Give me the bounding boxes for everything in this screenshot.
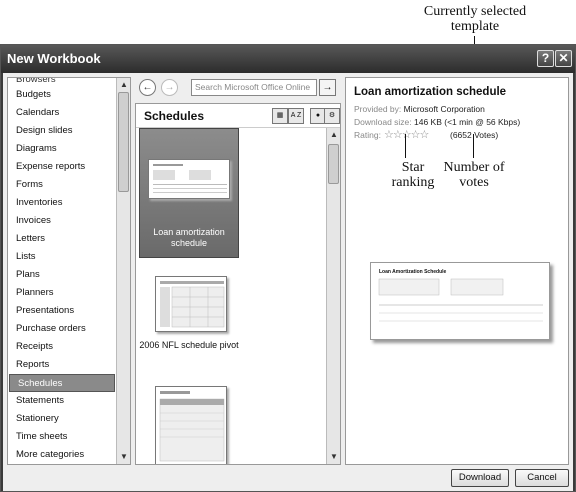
template-pane-header: Schedules ▦ A Z ● ⚙ bbox=[136, 104, 340, 128]
annotation-selected-template-line2: template bbox=[450, 19, 500, 34]
annotation-selected-template-line1: Currently selected bbox=[423, 4, 527, 19]
user-settings-icon[interactable]: ⚙ bbox=[324, 108, 340, 124]
category-item-receipts[interactable]: Receipts bbox=[8, 338, 116, 356]
provided-by-label: Provided by: bbox=[354, 104, 402, 114]
category-item-time-sheets[interactable]: Time sheets bbox=[8, 428, 116, 446]
category-item-expense-reports[interactable]: Expense reports bbox=[8, 158, 116, 176]
category-item-inventories[interactable]: Inventories bbox=[8, 194, 116, 212]
preview-heading: Loan Amortization Schedule bbox=[379, 269, 447, 275]
category-item-budgets[interactable]: Budgets bbox=[8, 86, 116, 104]
template-thumbnail bbox=[155, 386, 227, 464]
cancel-button[interactable]: Cancel bbox=[515, 469, 569, 487]
category-item-forms[interactable]: Forms bbox=[8, 176, 116, 194]
template-thumbnail bbox=[148, 159, 230, 199]
star-rating-icon[interactable]: ☆☆☆☆☆ bbox=[384, 128, 429, 141]
search-input[interactable]: Search Microsoft Office Online bbox=[191, 79, 317, 96]
title-bar: New Workbook ? ✕ bbox=[1, 45, 575, 73]
template-thumbnail bbox=[155, 276, 227, 332]
template-pane: Schedules ▦ A Z ● ⚙ Loan amortization sc… bbox=[135, 103, 341, 465]
category-item-stationery[interactable]: Stationery bbox=[8, 410, 116, 428]
download-size: Download size: 146 KB (<1 min @ 56 Kbps) bbox=[354, 117, 520, 127]
template-thumbnail-graphic bbox=[160, 281, 225, 328]
forward-arrow-icon[interactable]: → bbox=[161, 79, 178, 96]
template-label: Loan amortization schedule bbox=[140, 227, 238, 249]
template-label-line1: 2006 NFL schedule pivot bbox=[139, 340, 239, 350]
nav-search-row: ← → Search Microsoft Office Online → bbox=[135, 77, 339, 99]
rating-label: Rating: bbox=[354, 130, 381, 140]
category-item-planners[interactable]: Planners bbox=[8, 284, 116, 302]
annotation-number-of-votes: Number of votes bbox=[436, 160, 512, 190]
annotation-pointer bbox=[405, 134, 406, 158]
template-thumbnail-graphic bbox=[159, 391, 225, 462]
annotation-star-line1: Star bbox=[401, 160, 425, 175]
scroll-thumb[interactable] bbox=[118, 92, 129, 192]
category-item-calendars[interactable]: Calendars bbox=[8, 104, 116, 122]
window-title: New Workbook bbox=[7, 51, 101, 66]
category-item-purchase-orders[interactable]: Purchase orders bbox=[8, 320, 116, 338]
large-icons-view-icon[interactable]: ▦ bbox=[272, 108, 288, 124]
category-item-cut[interactable]: Browsers bbox=[8, 78, 116, 86]
annotation-pointer bbox=[473, 134, 474, 158]
category-pane: Browsers Budgets Calendars Design slides Di… bbox=[7, 77, 131, 465]
search-go-button[interactable]: → bbox=[319, 79, 336, 96]
download-size-label: Download size: bbox=[354, 117, 412, 127]
category-item-diagrams[interactable]: Diagrams bbox=[8, 140, 116, 158]
sort-az-button[interactable]: A Z bbox=[288, 108, 304, 124]
template-title: Loan amortization schedule bbox=[354, 86, 507, 98]
dialog-body: Browsers Budgets Calendars Design slides Di… bbox=[3, 73, 573, 491]
category-item-invoices[interactable]: Invoices bbox=[8, 212, 116, 230]
new-workbook-dialog: New Workbook ? ✕ Browsers Budgets Calenda… bbox=[0, 44, 576, 492]
category-item-statements[interactable]: Statements bbox=[8, 392, 116, 410]
annotation-star-line2: ranking bbox=[391, 175, 435, 190]
vote-count: (6652 Votes) bbox=[450, 130, 499, 140]
download-size-value: 146 KB (<1 min @ 56 Kbps) bbox=[414, 117, 521, 127]
scroll-up-icon[interactable]: ▲ bbox=[118, 79, 130, 91]
back-arrow-icon[interactable]: ← bbox=[139, 79, 156, 96]
template-tile-nfl-schedule[interactable]: 2006 NFL schedule pivot bbox=[139, 262, 239, 372]
template-scrollbar[interactable]: ▲ ▼ bbox=[326, 128, 340, 464]
help-button[interactable]: ? bbox=[537, 50, 554, 67]
category-item-presentations[interactable]: Presentations bbox=[8, 302, 116, 320]
template-label-line2: schedule bbox=[170, 238, 208, 248]
download-button[interactable]: Download bbox=[451, 469, 509, 487]
details-pane: Loan amortization schedule Provided by: … bbox=[345, 77, 569, 465]
category-item-design-slides[interactable]: Design slides bbox=[8, 122, 116, 140]
category-scrollbar[interactable]: ▲ ▼ bbox=[116, 78, 130, 464]
annotation-selected-template: Currently selected template bbox=[400, 4, 550, 34]
template-label: 2006 NFL schedule pivot bbox=[139, 340, 239, 351]
annotation-star-ranking: Star ranking bbox=[386, 160, 440, 190]
annotation-votes-line2: votes bbox=[459, 175, 489, 190]
scroll-down-icon[interactable]: ▼ bbox=[328, 451, 340, 463]
category-item-plans[interactable]: Plans bbox=[8, 266, 116, 284]
template-preview: Loan Amortization Schedule bbox=[370, 262, 550, 340]
scroll-up-icon[interactable]: ▲ bbox=[328, 129, 340, 141]
scroll-down-icon[interactable]: ▼ bbox=[118, 451, 130, 463]
template-tile-third[interactable] bbox=[139, 376, 239, 464]
template-thumbnail-graphic bbox=[153, 164, 227, 193]
template-label-line1: Loan amortization bbox=[153, 227, 225, 237]
category-item-schedules[interactable]: Schedules bbox=[9, 374, 115, 392]
scroll-thumb[interactable] bbox=[328, 144, 339, 184]
template-tile-loan-amortization[interactable]: Loan amortization schedule bbox=[139, 128, 239, 258]
category-item-letters[interactable]: Letters bbox=[8, 230, 116, 248]
annotation-votes-line1: Number of bbox=[443, 160, 505, 175]
template-pane-title: Schedules bbox=[144, 109, 205, 123]
category-item-more-categories[interactable]: More categories bbox=[8, 446, 116, 464]
category-item-reports[interactable]: Reports bbox=[8, 356, 116, 374]
provided-by: Provided by: Microsoft Corporation bbox=[354, 104, 485, 114]
close-button[interactable]: ✕ bbox=[555, 50, 572, 67]
provided-by-value: Microsoft Corporation bbox=[403, 104, 485, 114]
category-item-lists[interactable]: Lists bbox=[8, 248, 116, 266]
category-list: Browsers Budgets Calendars Design slides Di… bbox=[8, 78, 116, 464]
